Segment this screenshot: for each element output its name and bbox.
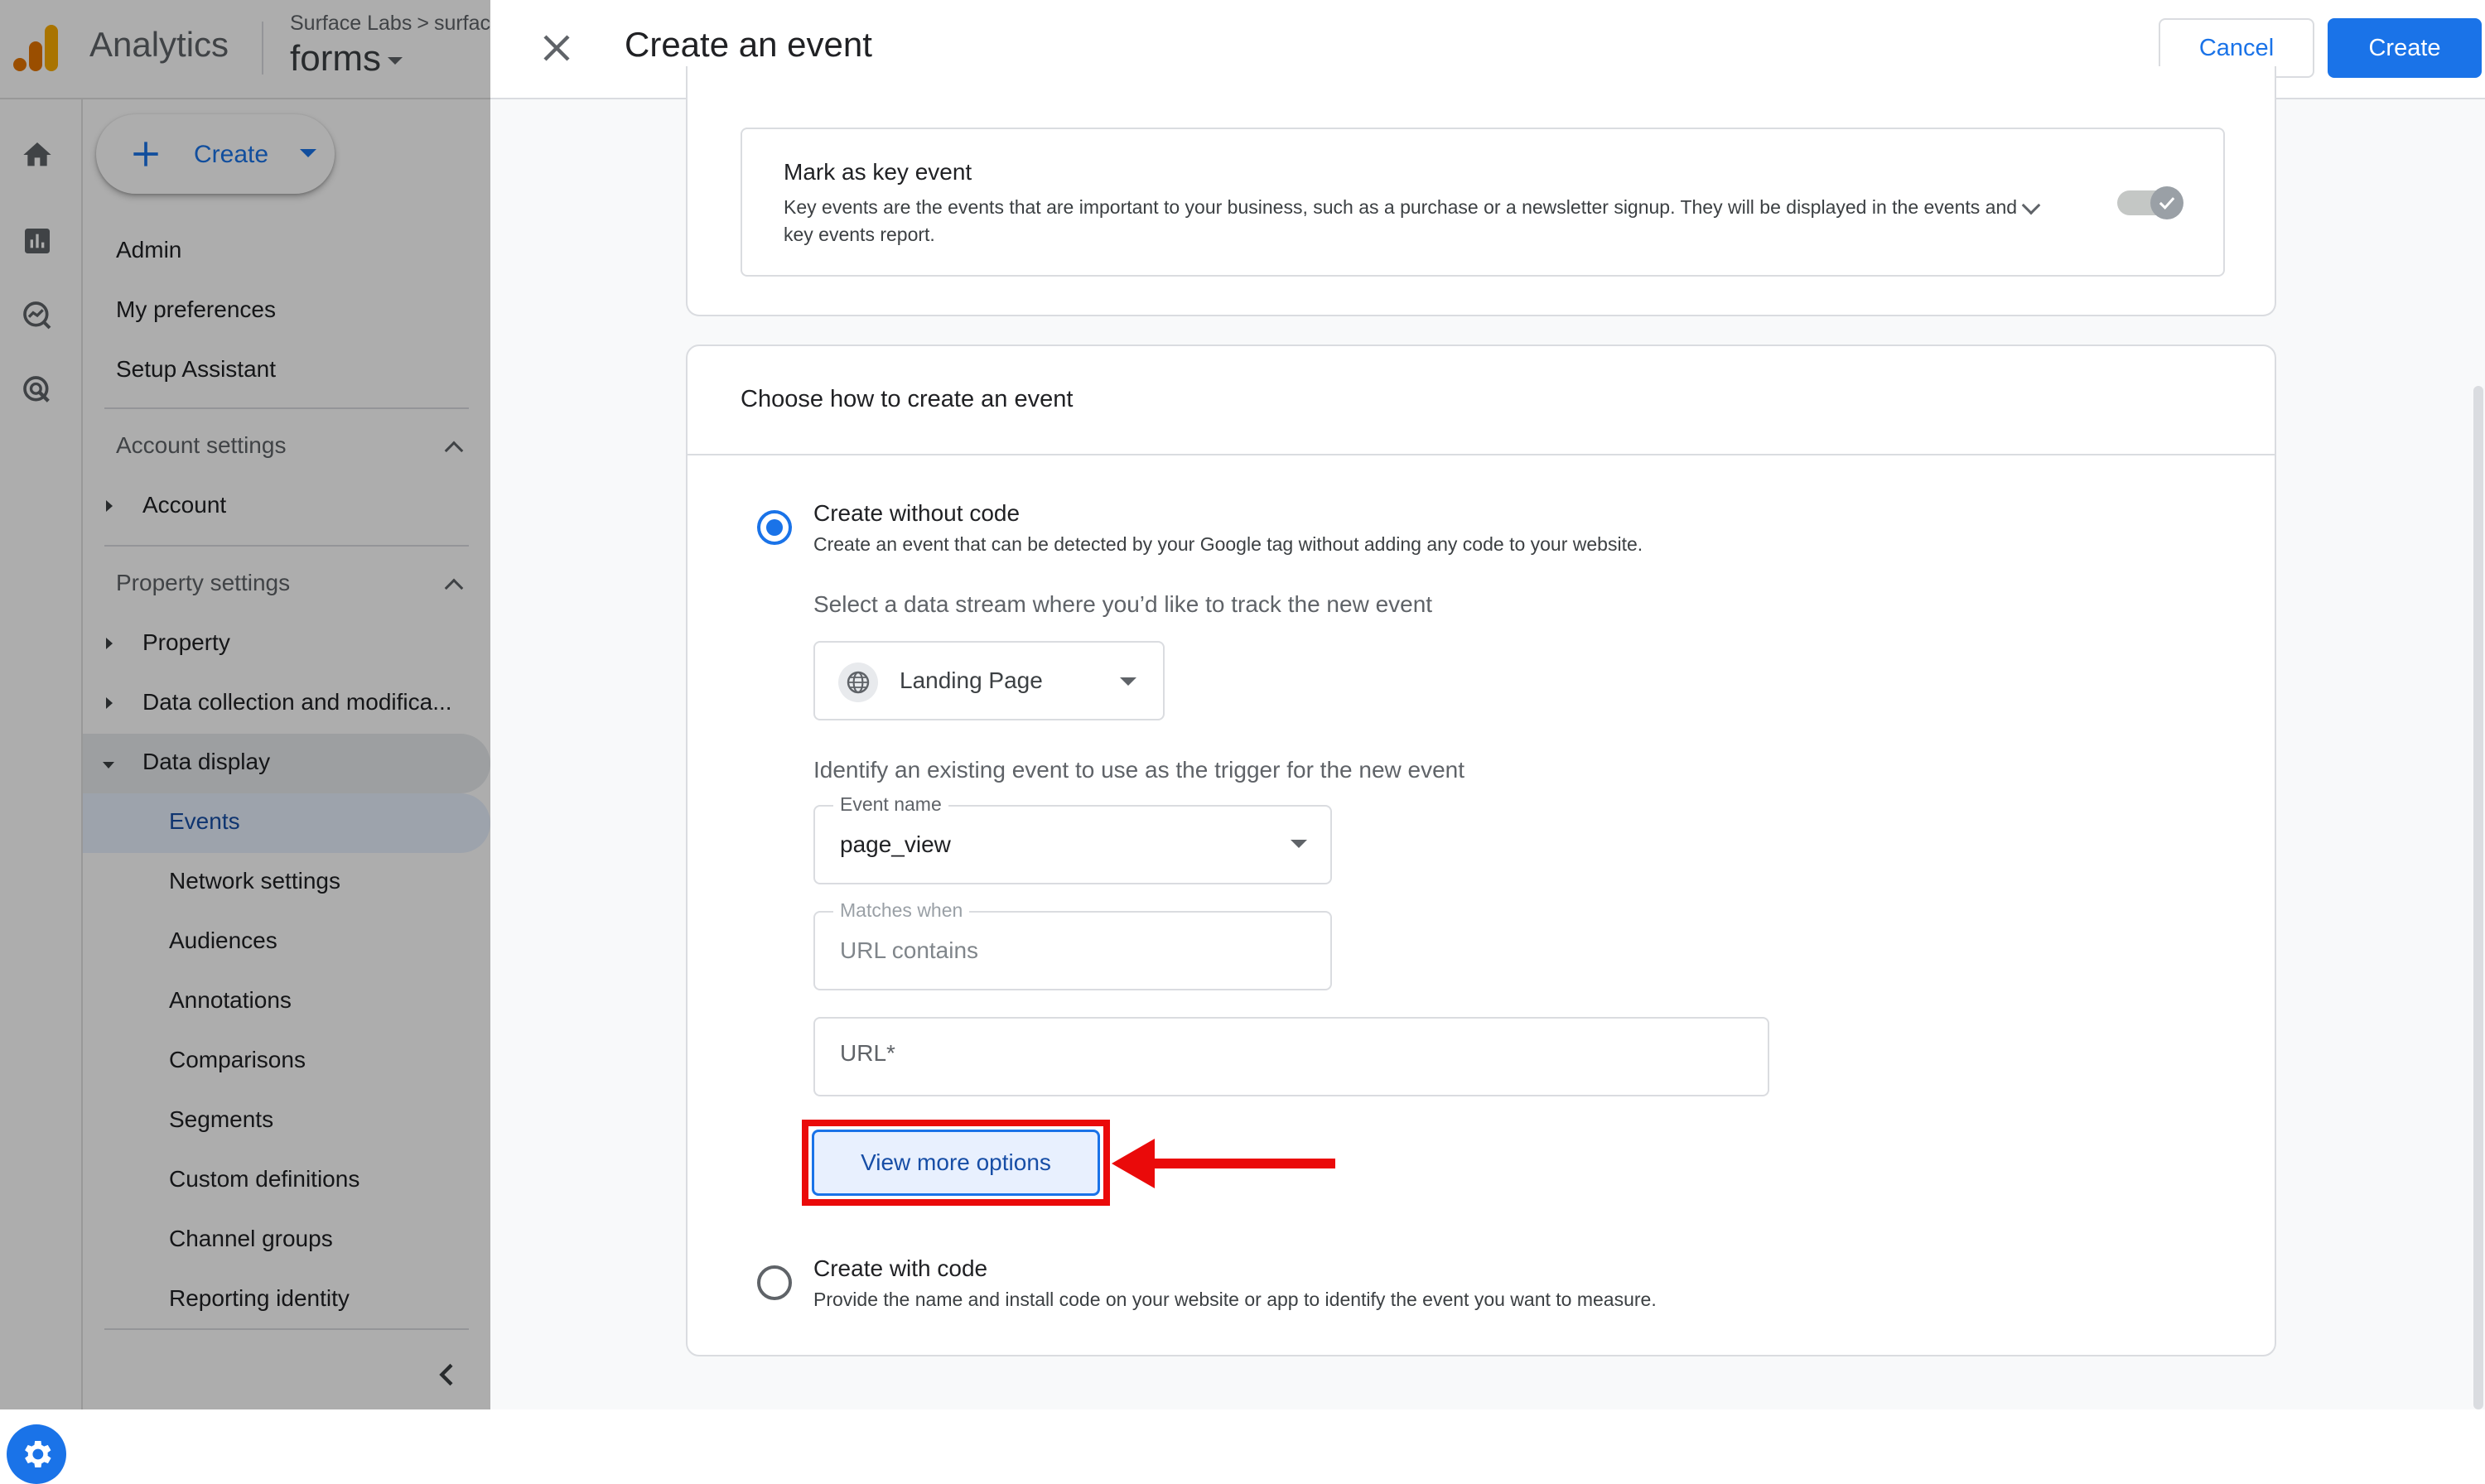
key-event-toggle[interactable]: [2117, 186, 2183, 219]
admin-settings-gear-icon[interactable]: [7, 1424, 66, 1484]
stream-hint: Select a data stream where you’d like to…: [813, 591, 1433, 617]
event-name-value: page_view: [840, 831, 951, 857]
globe-icon: [838, 662, 878, 702]
option-without-code-description: Create an event that can be detected by …: [813, 533, 1643, 555]
app-shell: Analytics Surface Labs > surfac forms Crea…: [0, 0, 490, 1484]
matches-when-label: Matches when: [833, 899, 970, 922]
key-event-title: Mark as key event: [784, 159, 972, 185]
key-event-description: Key events are the events that are impor…: [784, 196, 2018, 245]
checkmark-icon: [2150, 186, 2183, 219]
url-input[interactable]: URL*: [813, 1017, 1769, 1096]
panel-title: Create an event: [625, 25, 872, 64]
option-with-code-title: Create with code: [813, 1255, 988, 1281]
key-event-row[interactable]: Mark as key event Key events are the eve…: [741, 128, 2225, 277]
modal-scrim[interactable]: [0, 0, 490, 1409]
data-stream-value: Landing Page: [900, 667, 1043, 693]
radio-create-with-code[interactable]: [757, 1265, 792, 1300]
radio-create-without-code[interactable]: [757, 510, 792, 545]
close-icon[interactable]: [537, 28, 577, 68]
event-name-label: Event name: [833, 793, 948, 816]
annotation-arrow-icon: [1112, 1139, 1335, 1188]
url-placeholder: URL*: [840, 1040, 895, 1066]
event-name-select[interactable]: Event name page_view: [813, 793, 1332, 884]
dropdown-arrow-icon: [1120, 677, 1136, 686]
data-stream-select[interactable]: Landing Page: [813, 641, 1165, 720]
matches-when-field: Matches when URL contains: [813, 899, 1332, 990]
create-event-panel: Create an event Cancel Create Mark as ke…: [490, 0, 2485, 1409]
trigger-hint: Identify an existing event to use as the…: [813, 757, 1465, 783]
option-without-code-title: Create without code: [813, 500, 1021, 526]
panel-scrollbar[interactable]: [2473, 386, 2483, 1409]
key-event-card: Mark as key event Key events are the eve…: [686, 66, 2276, 316]
create-section-title: Choose how to create an event: [741, 386, 1074, 412]
create-button[interactable]: Create: [2328, 18, 2482, 78]
dropdown-arrow-icon: [1291, 840, 1307, 848]
matches-when-value: URL contains: [840, 937, 979, 963]
option-with-code-description: Provide the name and install code on you…: [813, 1289, 1657, 1310]
section-divider: [688, 454, 2275, 455]
create-method-card: Choose how to create an event Create wit…: [686, 344, 2276, 1356]
view-more-options-button[interactable]: View more options: [812, 1130, 1100, 1196]
